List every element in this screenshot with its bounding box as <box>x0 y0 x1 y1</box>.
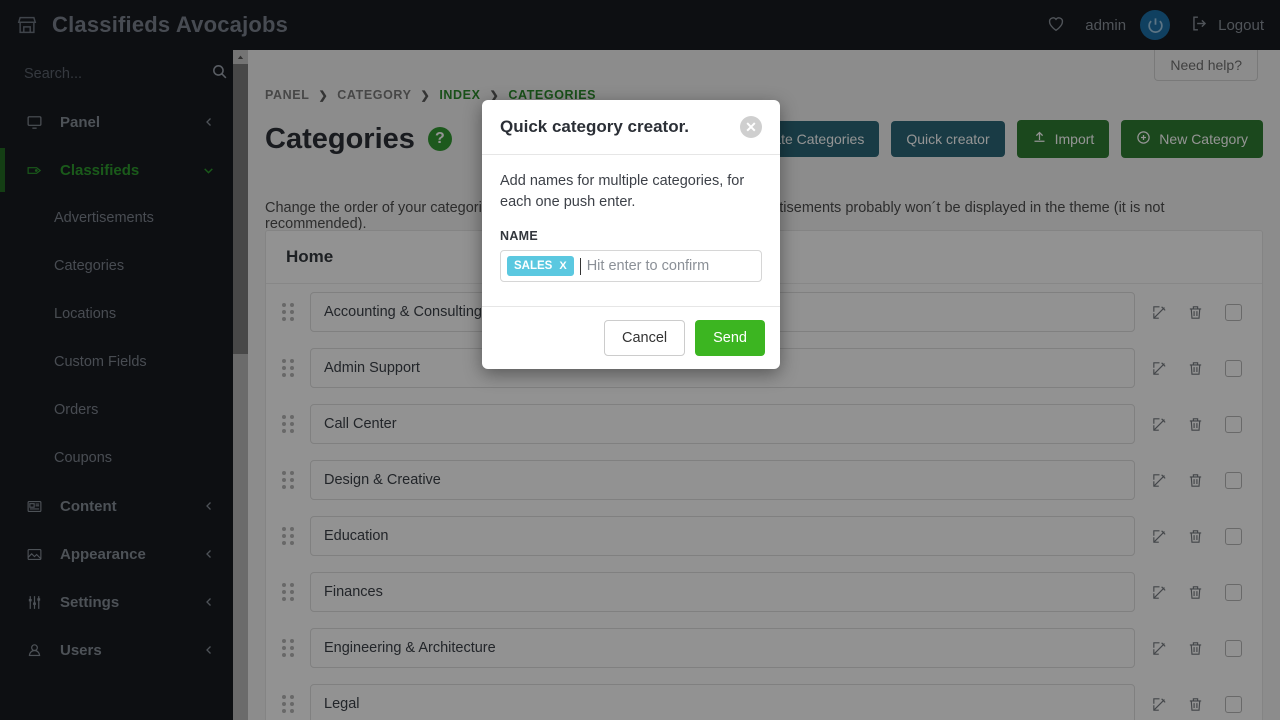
modal-footer: Cancel Send <box>482 306 780 369</box>
name-tag-input[interactable]: SALES X Hit enter to confirm <box>500 250 762 283</box>
modal-title: Quick category creator. <box>500 117 689 136</box>
tag-sales[interactable]: SALES X <box>507 256 574 277</box>
text-caret <box>579 257 581 275</box>
app-root: Classifieds Avocajobs admin Logout Searc… <box>0 0 1280 720</box>
name-field-label: NAME <box>500 229 539 244</box>
tag-remove-icon[interactable]: X <box>559 260 566 272</box>
modal-body: Add names for multiple categories, for e… <box>482 155 780 306</box>
close-icon[interactable]: ✕ <box>740 116 762 138</box>
modal-description: Add names for multiple categories, for e… <box>500 173 745 211</box>
cancel-button[interactable]: Cancel <box>603 320 686 357</box>
tag-input-placeholder: Hit enter to confirm <box>586 258 710 275</box>
tag-label: SALES <box>514 260 553 273</box>
quick-category-creator-modal: Quick category creator. ✕ Add names for … <box>482 100 780 370</box>
modal-header: Quick category creator. ✕ <box>482 100 780 155</box>
send-button[interactable]: Send <box>695 320 765 357</box>
